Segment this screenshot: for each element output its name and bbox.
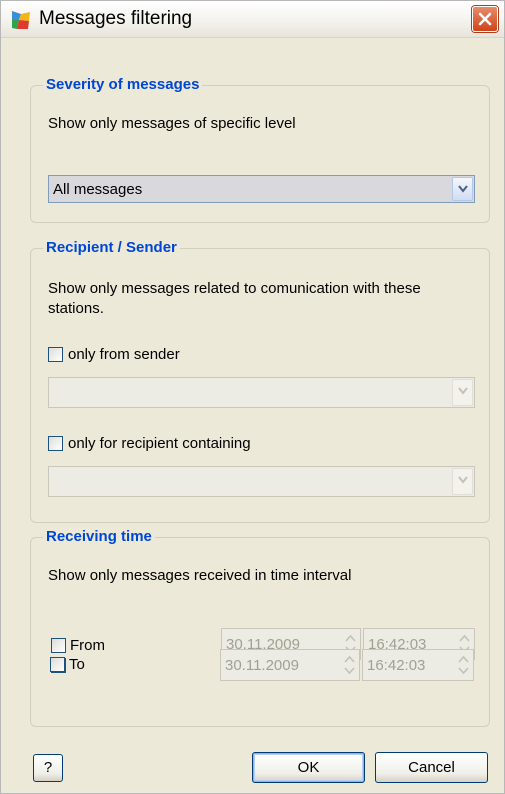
- cancel-button[interactable]: Cancel: [375, 752, 488, 783]
- spin-arrows-icon[interactable]: [341, 651, 358, 679]
- recipient-description-line1: Show only messages related to comunicati…: [48, 280, 421, 297]
- to-time-picker[interactable]: 16:42:03: [362, 649, 474, 681]
- messages-filtering-dialog: Messages filtering Severity of messages …: [0, 0, 505, 794]
- chevron-down-icon: [458, 387, 468, 395]
- avg-logo-icon: [11, 10, 31, 30]
- to-date-value: 30.11.2009: [225, 657, 299, 674]
- severity-select-value: All messages: [53, 181, 143, 198]
- only-from-sender-checkbox[interactable]: [48, 347, 63, 362]
- to-label[interactable]: To: [69, 655, 85, 675]
- recipient-select[interactable]: [48, 466, 475, 497]
- help-button[interactable]: ?: [33, 754, 63, 782]
- chevron-down-icon: [458, 185, 468, 193]
- severity-legend: Severity of messages: [43, 75, 203, 95]
- ok-button[interactable]: OK: [252, 752, 365, 783]
- only-for-recipient-label[interactable]: only for recipient containing: [68, 434, 251, 454]
- to-date-picker[interactable]: 30.11.2009: [220, 649, 360, 681]
- sender-dropdown-button[interactable]: [452, 379, 473, 406]
- title-bar[interactable]: Messages filtering: [1, 1, 504, 38]
- close-button[interactable]: [472, 6, 498, 32]
- severity-select[interactable]: All messages: [48, 175, 475, 203]
- only-from-sender-label[interactable]: only from sender: [68, 345, 180, 365]
- recipient-sender-legend: Recipient / Sender: [43, 238, 180, 258]
- sender-select[interactable]: [48, 377, 475, 408]
- close-icon: [478, 12, 492, 26]
- severity-group: Severity of messages Show only messages …: [30, 75, 490, 223]
- chevron-down-icon: [458, 476, 468, 484]
- receiving-time-legend: Receiving time: [43, 527, 155, 547]
- receiving-time-group: Receiving time Show only messages receiv…: [30, 527, 490, 727]
- to-time-value: 16:42:03: [367, 657, 426, 674]
- recipient-description-line2: stations.: [48, 300, 104, 317]
- severity-dropdown-button[interactable]: [452, 177, 473, 201]
- to-checkbox-box[interactable]: [50, 657, 65, 672]
- recipient-dropdown-button[interactable]: [452, 468, 473, 495]
- only-for-recipient-checkbox[interactable]: [48, 436, 63, 451]
- severity-description: Show only messages of specific level: [48, 115, 296, 132]
- from-checkbox[interactable]: [51, 638, 66, 653]
- recipient-sender-group: Recipient / Sender Show only messages re…: [30, 238, 490, 523]
- dialog-title: Messages filtering: [39, 8, 193, 29]
- from-label[interactable]: From: [70, 636, 105, 656]
- receiving-time-description: Show only messages received in time inte…: [48, 567, 352, 584]
- spin-arrows-icon[interactable]: [455, 651, 472, 679]
